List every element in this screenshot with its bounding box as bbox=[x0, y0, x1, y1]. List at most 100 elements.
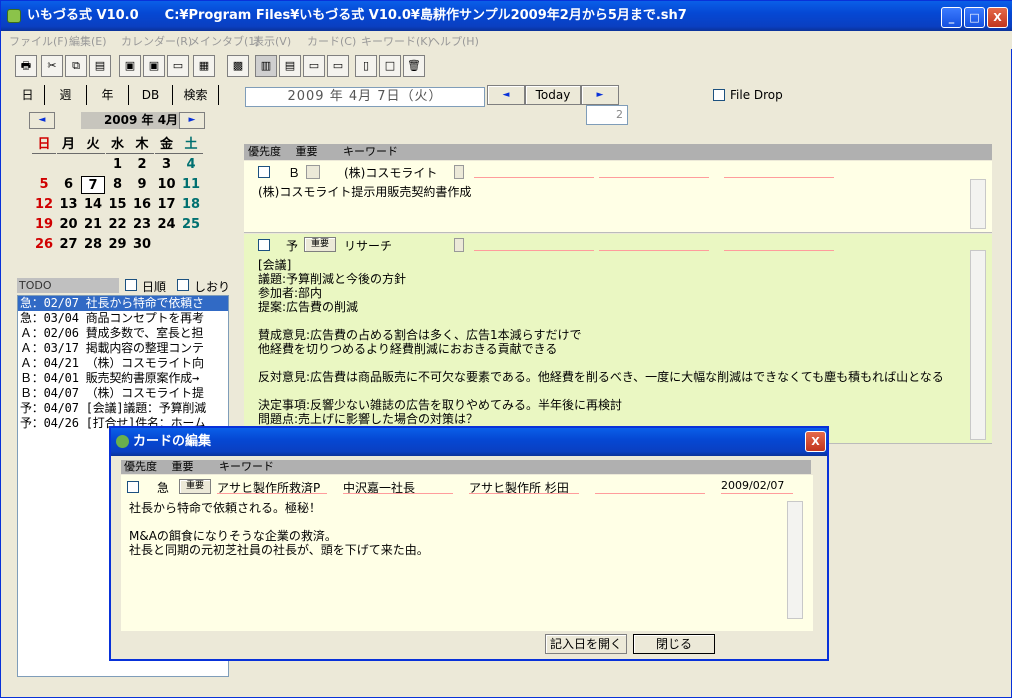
print-icon[interactable]: 🖶 bbox=[15, 55, 37, 77]
calendar-day[interactable]: 21 bbox=[81, 216, 105, 234]
menu-keyword[interactable]: キーワード(K) bbox=[361, 33, 432, 49]
menu-calendar[interactable]: カレンダー(R) bbox=[121, 33, 192, 49]
dialog-important-button[interactable]: 重要 bbox=[179, 479, 211, 494]
card1-keyword-drop[interactable] bbox=[454, 165, 464, 179]
todo-item[interactable]: 急：02/07 社長から特命で依頼さ bbox=[18, 296, 228, 311]
menu-help[interactable]: ヘルプ(H) bbox=[429, 33, 479, 49]
todo-item[interactable]: Ａ：04/21 （株）コスモライト向 bbox=[18, 356, 228, 371]
copy-card-icon[interactable]: ▣ bbox=[119, 55, 141, 77]
calendar-day[interactable]: 6 bbox=[57, 176, 81, 194]
calendar-day[interactable]: 15 bbox=[106, 196, 130, 214]
folder-icon[interactable]: ▭ bbox=[303, 55, 325, 77]
calendar-day[interactable]: 12 bbox=[32, 196, 56, 214]
calendar-day[interactable]: 2 bbox=[130, 156, 154, 174]
calendar-day[interactable]: 4 bbox=[179, 156, 203, 174]
prev-day-button[interactable]: ◄ bbox=[487, 85, 525, 105]
calendar-day[interactable]: 27 bbox=[57, 236, 81, 254]
tab-week[interactable]: 週 bbox=[45, 85, 87, 105]
calendar-day[interactable]: 17 bbox=[155, 196, 179, 214]
menu-view[interactable]: 表示(V) bbox=[253, 33, 291, 49]
file-drop-checkbox[interactable] bbox=[713, 89, 725, 101]
sort-date-checkbox[interactable] bbox=[125, 279, 137, 291]
card2-scrollbar[interactable] bbox=[970, 250, 986, 440]
tab-day[interactable]: 日 bbox=[11, 85, 45, 105]
tab-db[interactable]: DB bbox=[129, 85, 173, 105]
card2-body[interactable]: [会議] 議題:予算削減と今後の方針 参加者:部内 提案:広告費の削減 賛成意見… bbox=[258, 258, 944, 426]
blank-card-icon[interactable]: □ bbox=[379, 55, 401, 77]
trash-icon[interactable]: 🗑 bbox=[403, 55, 425, 77]
calendar-day[interactable]: 7 bbox=[81, 176, 105, 194]
calendar-day[interactable]: 10 bbox=[155, 176, 179, 194]
todo-item[interactable]: 予：04/07 [会議]議題：予算削減 bbox=[18, 401, 228, 416]
next-month-button[interactable]: ► bbox=[179, 112, 205, 129]
paste-card-icon[interactable]: ▣ bbox=[143, 55, 165, 77]
dialog-scrollbar[interactable] bbox=[787, 501, 803, 619]
paste-icon[interactable]: ▤ bbox=[89, 55, 111, 77]
calendar-icon[interactable]: ▥ bbox=[255, 55, 277, 77]
calendar-day[interactable]: 9 bbox=[130, 176, 154, 194]
calendar-day[interactable]: 26 bbox=[32, 236, 56, 254]
calendar-day[interactable]: 8 bbox=[106, 176, 130, 194]
dialog-card-body[interactable]: 社長から特命で依頼される。極秘！ M&Aの餌食になりそうな企業の救済。 社長と同… bbox=[129, 501, 429, 557]
card1-scrollbar[interactable] bbox=[970, 179, 986, 229]
copy-icon[interactable]: ⧉ bbox=[65, 55, 87, 77]
card1-important-toggle[interactable] bbox=[306, 165, 320, 179]
calendar-day[interactable]: 11 bbox=[179, 176, 203, 194]
dialog-icon bbox=[116, 435, 129, 448]
todo-item[interactable]: Ａ：03/17 掲載内容の整理コンテ bbox=[18, 341, 228, 356]
card-research[interactable]: 予 重要 リサーチ [会議] 議題:予算削減と今後の方針 参加者:部内 提案:広… bbox=[244, 234, 992, 444]
open-entry-date-button[interactable]: 記入日を開く bbox=[545, 634, 627, 654]
card2-important-button[interactable]: 重要 bbox=[304, 237, 336, 252]
minimize-button[interactable]: _ bbox=[941, 7, 962, 28]
calendar-day[interactable]: 14 bbox=[81, 196, 105, 214]
calendar-day[interactable]: 13 bbox=[57, 196, 81, 214]
window-icon[interactable]: ▭ bbox=[167, 55, 189, 77]
calendar-day[interactable]: 30 bbox=[130, 236, 154, 254]
card1-keyword-slot bbox=[599, 177, 709, 178]
new-window-icon[interactable]: ▩ bbox=[227, 55, 249, 77]
today-button[interactable]: Today bbox=[525, 85, 581, 105]
menu-card[interactable]: カード(C) bbox=[307, 33, 356, 49]
next-day-button[interactable]: ► bbox=[581, 85, 619, 105]
new-card-icon[interactable]: ▯ bbox=[355, 55, 377, 77]
dialog-keyword-slot bbox=[217, 493, 327, 494]
card1-body[interactable]: (株)コスモライト提示用販売契約書作成 bbox=[258, 185, 471, 199]
card1-checkbox[interactable] bbox=[258, 166, 270, 178]
calendar-day[interactable]: 3 bbox=[155, 156, 179, 174]
todo-item[interactable]: Ａ：02/06 賛成多数で、室長と担 bbox=[18, 326, 228, 341]
calendar-day[interactable]: 1 bbox=[106, 156, 130, 174]
tab-year[interactable]: 年 bbox=[87, 85, 129, 105]
calendar-day[interactable]: 29 bbox=[106, 236, 130, 254]
prev-month-button[interactable]: ◄ bbox=[29, 112, 55, 129]
todo-item[interactable]: Ｂ：04/07 （株）コスモライト提 bbox=[18, 386, 228, 401]
todo-item[interactable]: Ｂ：04/01 販売契約書原案作成→ bbox=[18, 371, 228, 386]
calendar-day[interactable]: 16 bbox=[130, 196, 154, 214]
calendar-day[interactable]: 5 bbox=[32, 176, 56, 194]
close-button[interactable]: X bbox=[987, 7, 1008, 28]
calendar-day[interactable]: 20 bbox=[57, 216, 81, 234]
menu-file[interactable]: ファイル(F) bbox=[9, 33, 68, 49]
note-icon[interactable]: ▦ bbox=[193, 55, 215, 77]
card2-checkbox[interactable] bbox=[258, 239, 270, 251]
card2-keyword-drop[interactable] bbox=[454, 238, 464, 252]
calendar-day[interactable]: 23 bbox=[130, 216, 154, 234]
calendar-day[interactable]: 22 bbox=[106, 216, 130, 234]
layout-icon[interactable]: ▤ bbox=[279, 55, 301, 77]
dialog-card-checkbox[interactable] bbox=[127, 481, 139, 493]
cut-icon[interactable]: ✂ bbox=[41, 55, 63, 77]
dialog-close-button[interactable]: X bbox=[805, 431, 826, 452]
dialog-close-action-button[interactable]: 閉じる bbox=[633, 634, 715, 654]
bookmark-checkbox[interactable] bbox=[177, 279, 189, 291]
folder-open-icon[interactable]: ▭ bbox=[327, 55, 349, 77]
card-cosmolite[interactable]: Ｂ (株)コスモライト (株)コスモライト提示用販売契約書作成 bbox=[244, 161, 992, 233]
calendar-day[interactable]: 24 bbox=[155, 216, 179, 234]
calendar-day[interactable]: 19 bbox=[32, 216, 56, 234]
calendar-day[interactable]: 25 bbox=[179, 216, 203, 234]
calendar-day[interactable]: 18 bbox=[179, 196, 203, 214]
menu-maintab[interactable]: メインタブ(1) bbox=[189, 33, 260, 49]
tab-search[interactable]: 検索 bbox=[173, 85, 219, 105]
menu-edit[interactable]: 編集(E) bbox=[69, 33, 107, 49]
maximize-button[interactable]: □ bbox=[964, 7, 985, 28]
todo-item[interactable]: 急：03/04 商品コンセプトを再考 bbox=[18, 311, 228, 326]
calendar-day[interactable]: 28 bbox=[81, 236, 105, 254]
